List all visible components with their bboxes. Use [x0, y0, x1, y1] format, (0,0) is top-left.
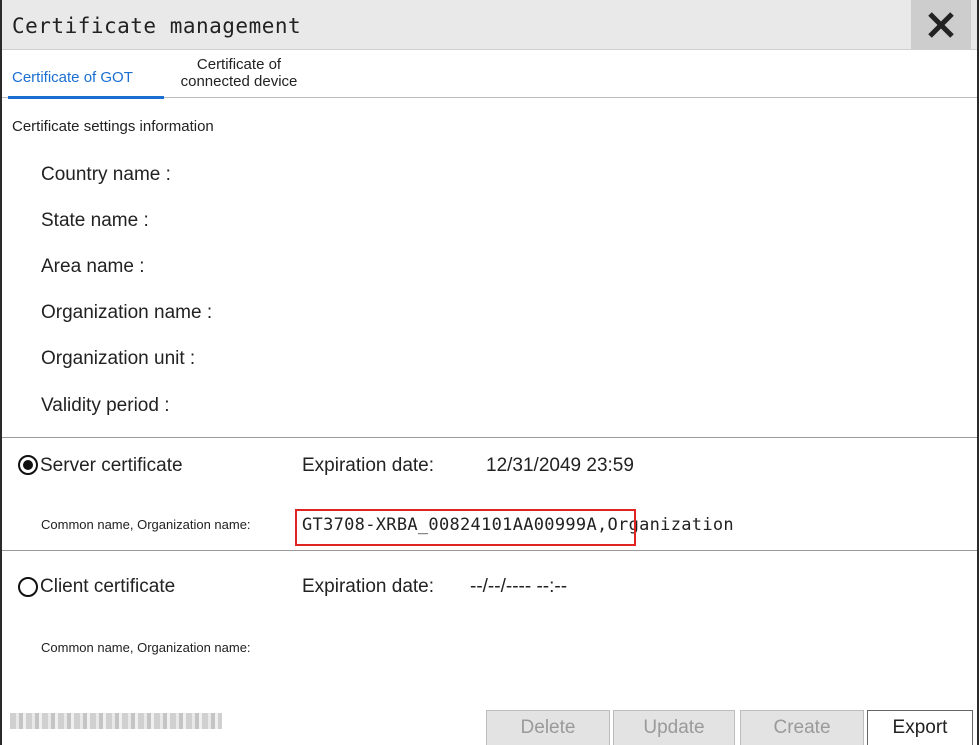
section-label: Certificate settings information: [12, 118, 214, 135]
organization-name-field: Organization name :: [41, 302, 213, 323]
delete-button[interactable]: Delete: [486, 710, 610, 745]
client-expiration-label: Expiration date:: [302, 576, 435, 597]
highlight-box: [295, 509, 636, 546]
create-button[interactable]: Create: [740, 710, 864, 745]
server-certificate-label[interactable]: Server certificate: [40, 455, 183, 477]
country-name-field: Country name :: [41, 164, 171, 185]
title-bar: Certificate management: [2, 0, 977, 50]
area-name-field: Area name :: [41, 256, 145, 277]
state-name-field: State name :: [41, 210, 149, 231]
tab-label: Certificate of GOT: [12, 69, 133, 86]
status-text-blurred: [10, 713, 222, 729]
tab-certificate-of-got[interactable]: Certificate of GOT: [2, 50, 164, 99]
certificate-management-window: Certificate management Certificate of GO…: [0, 0, 979, 745]
tab-bar: Certificate of GOT Certificate of connec…: [2, 50, 977, 99]
tab-label-line1: Certificate of: [196, 56, 282, 73]
divider: [2, 437, 977, 438]
organization-unit-field: Organization unit :: [41, 348, 196, 369]
server-common-name-label: Common name, Organization name:: [41, 517, 251, 532]
active-tab-indicator: [8, 96, 164, 99]
close-button[interactable]: [911, 0, 971, 50]
client-expiration-value: --/--/---- --:--: [470, 576, 568, 597]
tab-label-line2: connected device: [180, 73, 298, 90]
client-certificate-label[interactable]: Client certificate: [40, 576, 175, 598]
server-expiration-value: 12/31/2049 23:59: [486, 455, 634, 476]
window-title: Certificate management: [12, 14, 302, 38]
server-certificate-radio[interactable]: [18, 455, 38, 475]
update-button[interactable]: Update: [613, 710, 735, 745]
validity-period-field: Validity period :: [41, 395, 170, 416]
client-common-name-label: Common name, Organization name:: [41, 640, 251, 655]
server-expiration-label: Expiration date:: [302, 455, 435, 476]
divider: [2, 550, 977, 551]
close-icon: [928, 12, 954, 38]
export-button[interactable]: Export: [867, 710, 973, 745]
tab-certificate-of-connected-device[interactable]: Certificate of connected device: [164, 50, 334, 98]
client-certificate-radio[interactable]: [18, 577, 38, 597]
